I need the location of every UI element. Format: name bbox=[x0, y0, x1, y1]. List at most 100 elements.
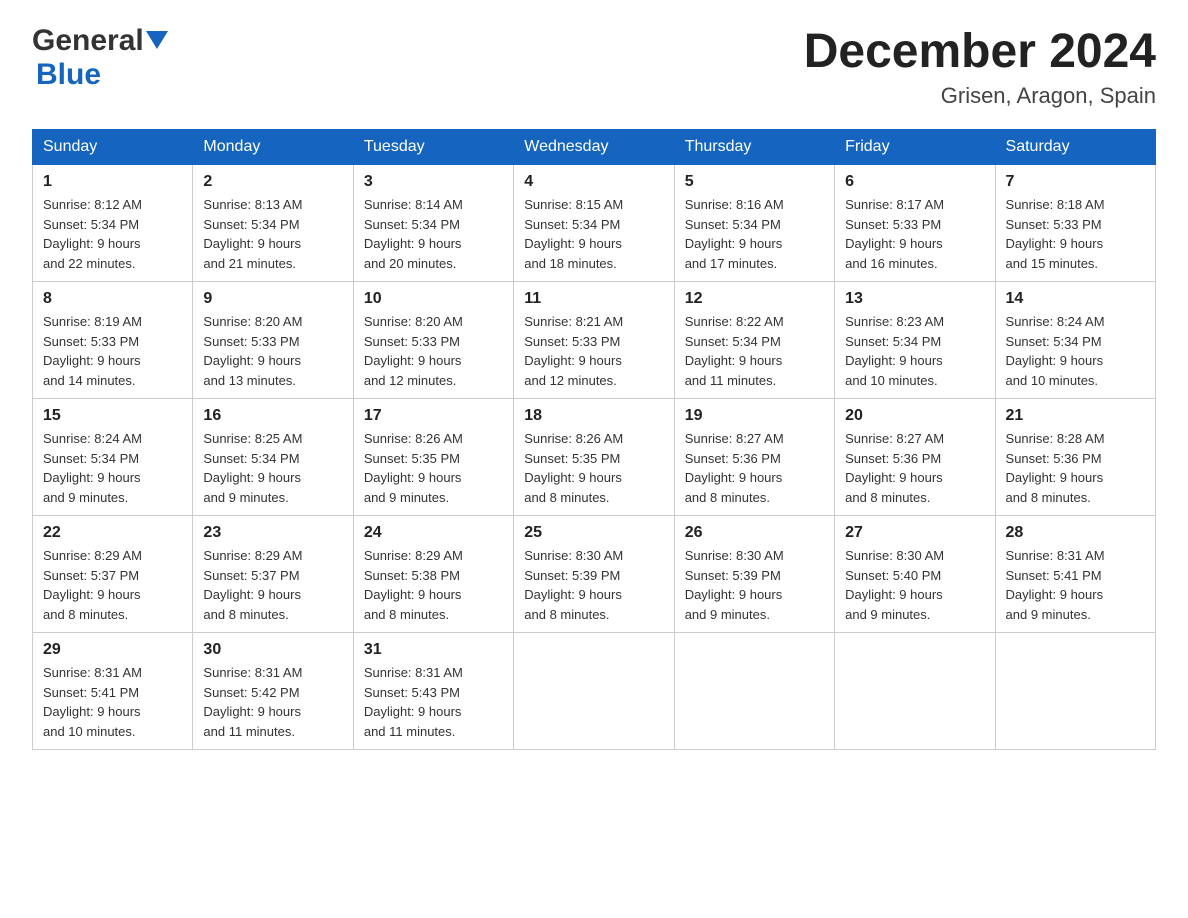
calendar-cell: 26Sunrise: 8:30 AMSunset: 5:39 PMDayligh… bbox=[674, 516, 834, 633]
day-number: 10 bbox=[364, 290, 503, 308]
day-number: 22 bbox=[43, 524, 182, 542]
calendar-cell: 15Sunrise: 8:24 AMSunset: 5:34 PMDayligh… bbox=[33, 399, 193, 516]
title-block: December 2024 Grisen, Aragon, Spain bbox=[804, 24, 1156, 109]
day-info: Sunrise: 8:24 AMSunset: 5:34 PMDaylight:… bbox=[1006, 312, 1145, 390]
day-info: Sunrise: 8:30 AMSunset: 5:40 PMDaylight:… bbox=[845, 546, 984, 624]
calendar-cell: 16Sunrise: 8:25 AMSunset: 5:34 PMDayligh… bbox=[193, 399, 353, 516]
day-number: 30 bbox=[203, 641, 342, 659]
day-info: Sunrise: 8:17 AMSunset: 5:33 PMDaylight:… bbox=[845, 195, 984, 273]
column-header-friday: Friday bbox=[835, 130, 995, 165]
column-header-wednesday: Wednesday bbox=[514, 130, 674, 165]
day-number: 12 bbox=[685, 290, 824, 308]
calendar-cell: 4 Sunrise: 8:15 AMSunset: 5:34 PMDaylight… bbox=[514, 165, 674, 282]
day-number: 18 bbox=[524, 407, 663, 425]
calendar-week-5: 29 Sunrise: 8:31 AMSunset: 5:41 PMDayligh… bbox=[33, 633, 1156, 750]
calendar-cell: 1 Sunrise: 8:12 AMSunset: 5:34 PMDaylight… bbox=[33, 165, 193, 282]
page-header: General Blue December 2024 Grisen, Arago… bbox=[32, 24, 1156, 109]
calendar-cell: 11 Sunrise: 8:21 AMSunset: 5:33 PMDayligh… bbox=[514, 282, 674, 399]
day-info: Sunrise: 8:31 AMSunset: 5:41 PMDaylight:… bbox=[43, 663, 182, 741]
day-info: Sunrise: 8:19 AMSunset: 5:33 PMDaylight:… bbox=[43, 312, 182, 390]
day-info: Sunrise: 8:29 AMSunset: 5:37 PMDaylight:… bbox=[43, 546, 182, 624]
day-number: 4 bbox=[524, 173, 663, 191]
calendar-cell: 14 Sunrise: 8:24 AMSunset: 5:34 PMDayligh… bbox=[995, 282, 1155, 399]
day-info: Sunrise: 8:27 AMSunset: 5:36 PMDaylight:… bbox=[685, 429, 824, 507]
day-info: Sunrise: 8:28 AMSunset: 5:36 PMDaylight:… bbox=[1006, 429, 1145, 507]
day-info: Sunrise: 8:16 AMSunset: 5:34 PMDaylight:… bbox=[685, 195, 824, 273]
day-number: 2 bbox=[203, 173, 342, 191]
calendar-header-row: SundayMondayTuesdayWednesdayThursdayFrid… bbox=[33, 130, 1156, 165]
month-title: December 2024 bbox=[804, 24, 1156, 79]
day-number: 23 bbox=[203, 524, 342, 542]
day-info: Sunrise: 8:14 AMSunset: 5:34 PMDaylight:… bbox=[364, 195, 503, 273]
day-info: Sunrise: 8:26 AMSunset: 5:35 PMDaylight:… bbox=[524, 429, 663, 507]
day-number: 11 bbox=[524, 290, 663, 308]
calendar-cell: 20 Sunrise: 8:27 AMSunset: 5:36 PMDayligh… bbox=[835, 399, 995, 516]
day-info: Sunrise: 8:30 AMSunset: 5:39 PMDaylight:… bbox=[524, 546, 663, 624]
day-info: Sunrise: 8:21 AMSunset: 5:33 PMDaylight:… bbox=[524, 312, 663, 390]
day-info: Sunrise: 8:20 AMSunset: 5:33 PMDaylight:… bbox=[203, 312, 342, 390]
calendar-cell: 7 Sunrise: 8:18 AMSunset: 5:33 PMDaylight… bbox=[995, 165, 1155, 282]
calendar-week-4: 22 Sunrise: 8:29 AMSunset: 5:37 PMDayligh… bbox=[33, 516, 1156, 633]
day-number: 14 bbox=[1006, 290, 1145, 308]
day-number: 31 bbox=[364, 641, 503, 659]
day-number: 5 bbox=[685, 173, 824, 191]
day-number: 1 bbox=[43, 173, 182, 191]
day-number: 20 bbox=[845, 407, 984, 425]
calendar-cell: 18 Sunrise: 8:26 AMSunset: 5:35 PMDayligh… bbox=[514, 399, 674, 516]
day-number: 17 bbox=[364, 407, 503, 425]
logo-arrow-icon bbox=[146, 31, 168, 53]
day-number: 29 bbox=[43, 641, 182, 659]
calendar-cell: 3 Sunrise: 8:14 AMSunset: 5:34 PMDaylight… bbox=[353, 165, 513, 282]
day-number: 21 bbox=[1006, 407, 1145, 425]
calendar-cell bbox=[514, 633, 674, 750]
column-header-tuesday: Tuesday bbox=[353, 130, 513, 165]
calendar-cell: 27Sunrise: 8:30 AMSunset: 5:40 PMDayligh… bbox=[835, 516, 995, 633]
day-info: Sunrise: 8:12 AMSunset: 5:34 PMDaylight:… bbox=[43, 195, 182, 273]
day-number: 19 bbox=[685, 407, 824, 425]
day-number: 26 bbox=[685, 524, 824, 542]
day-number: 24 bbox=[364, 524, 503, 542]
logo-blue-text: Blue bbox=[36, 58, 101, 91]
calendar-week-3: 15Sunrise: 8:24 AMSunset: 5:34 PMDayligh… bbox=[33, 399, 1156, 516]
column-header-saturday: Saturday bbox=[995, 130, 1155, 165]
day-number: 15 bbox=[43, 407, 182, 425]
calendar-cell: 10 Sunrise: 8:20 AMSunset: 5:33 PMDayligh… bbox=[353, 282, 513, 399]
day-info: Sunrise: 8:31 AMSunset: 5:43 PMDaylight:… bbox=[364, 663, 503, 741]
calendar-cell: 12Sunrise: 8:22 AMSunset: 5:34 PMDayligh… bbox=[674, 282, 834, 399]
calendar-cell: 29 Sunrise: 8:31 AMSunset: 5:41 PMDayligh… bbox=[33, 633, 193, 750]
day-info: Sunrise: 8:18 AMSunset: 5:33 PMDaylight:… bbox=[1006, 195, 1145, 273]
day-info: Sunrise: 8:31 AMSunset: 5:42 PMDaylight:… bbox=[203, 663, 342, 741]
logo: General Blue bbox=[32, 24, 168, 92]
day-info: Sunrise: 8:27 AMSunset: 5:36 PMDaylight:… bbox=[845, 429, 984, 507]
calendar-cell: 6Sunrise: 8:17 AMSunset: 5:33 PMDaylight… bbox=[835, 165, 995, 282]
calendar-week-2: 8 Sunrise: 8:19 AMSunset: 5:33 PMDaylight… bbox=[33, 282, 1156, 399]
day-number: 7 bbox=[1006, 173, 1145, 191]
calendar-cell: 19 Sunrise: 8:27 AMSunset: 5:36 PMDayligh… bbox=[674, 399, 834, 516]
day-number: 13 bbox=[845, 290, 984, 308]
day-info: Sunrise: 8:15 AMSunset: 5:34 PMDaylight:… bbox=[524, 195, 663, 273]
day-number: 8 bbox=[43, 290, 182, 308]
calendar-cell: 2Sunrise: 8:13 AMSunset: 5:34 PMDaylight… bbox=[193, 165, 353, 282]
calendar-cell: 31 Sunrise: 8:31 AMSunset: 5:43 PMDayligh… bbox=[353, 633, 513, 750]
calendar-cell bbox=[674, 633, 834, 750]
day-info: Sunrise: 8:25 AMSunset: 5:34 PMDaylight:… bbox=[203, 429, 342, 507]
day-info: Sunrise: 8:23 AMSunset: 5:34 PMDaylight:… bbox=[845, 312, 984, 390]
day-number: 25 bbox=[524, 524, 663, 542]
column-header-thursday: Thursday bbox=[674, 130, 834, 165]
day-info: Sunrise: 8:29 AMSunset: 5:37 PMDaylight:… bbox=[203, 546, 342, 624]
calendar-cell bbox=[995, 633, 1155, 750]
calendar-cell: 22 Sunrise: 8:29 AMSunset: 5:37 PMDayligh… bbox=[33, 516, 193, 633]
calendar-cell: 13 Sunrise: 8:23 AMSunset: 5:34 PMDayligh… bbox=[835, 282, 995, 399]
day-number: 28 bbox=[1006, 524, 1145, 542]
calendar-cell: 28 Sunrise: 8:31 AMSunset: 5:41 PMDayligh… bbox=[995, 516, 1155, 633]
day-info: Sunrise: 8:20 AMSunset: 5:33 PMDaylight:… bbox=[364, 312, 503, 390]
day-number: 3 bbox=[364, 173, 503, 191]
location-title: Grisen, Aragon, Spain bbox=[804, 83, 1156, 109]
calendar-cell: 23 Sunrise: 8:29 AMSunset: 5:37 PMDayligh… bbox=[193, 516, 353, 633]
calendar-cell: 8 Sunrise: 8:19 AMSunset: 5:33 PMDaylight… bbox=[33, 282, 193, 399]
calendar-table: SundayMondayTuesdayWednesdayThursdayFrid… bbox=[32, 129, 1156, 750]
day-info: Sunrise: 8:31 AMSunset: 5:41 PMDaylight:… bbox=[1006, 546, 1145, 624]
calendar-cell: 24 Sunrise: 8:29 AMSunset: 5:38 PMDayligh… bbox=[353, 516, 513, 633]
calendar-cell: 21 Sunrise: 8:28 AMSunset: 5:36 PMDayligh… bbox=[995, 399, 1155, 516]
day-info: Sunrise: 8:29 AMSunset: 5:38 PMDaylight:… bbox=[364, 546, 503, 624]
